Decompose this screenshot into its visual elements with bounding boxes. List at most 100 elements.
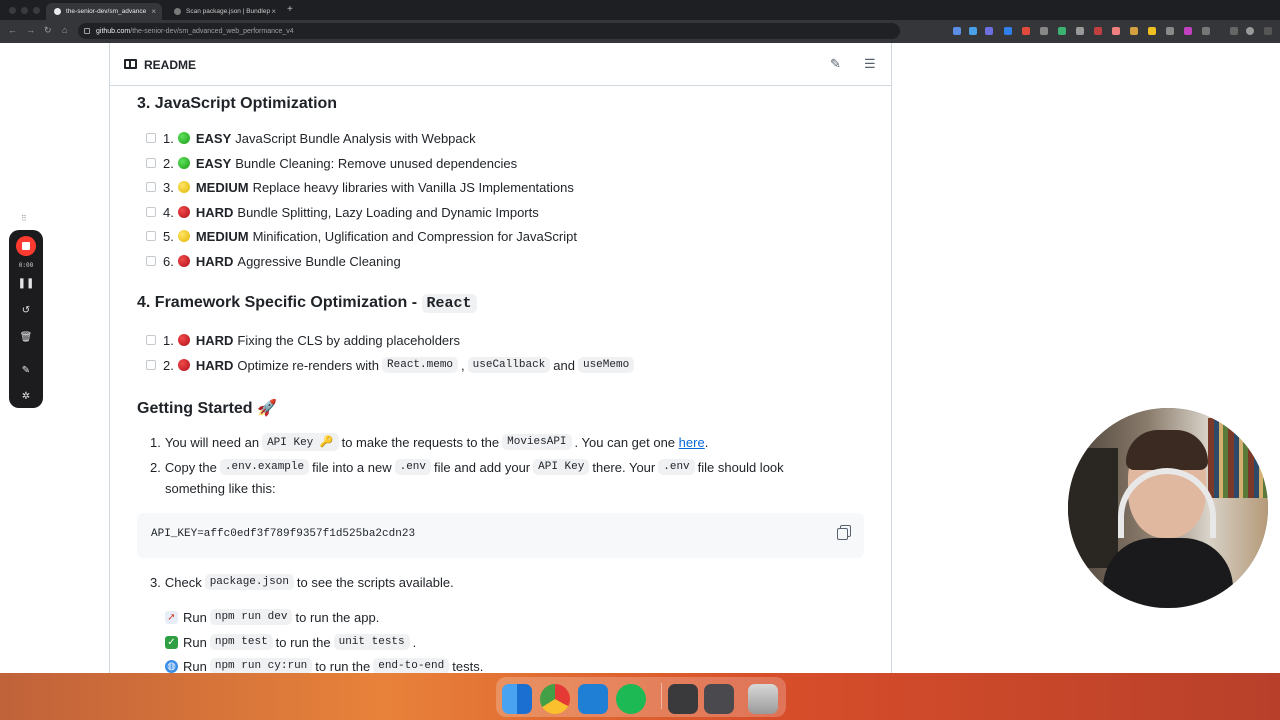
item-text: . <box>412 634 417 650</box>
here-link[interactable]: here <box>679 435 705 450</box>
separator-text: and <box>553 357 575 373</box>
item-text: Run <box>183 658 207 674</box>
copy-icon[interactable] <box>837 525 851 540</box>
window-minimize-button[interactable] <box>21 7 28 14</box>
back-icon[interactable]: ← <box>8 25 17 35</box>
vscode-icon[interactable] <box>578 684 608 714</box>
extension-icon[interactable] <box>1076 27 1084 35</box>
readme-title[interactable]: README <box>144 58 196 72</box>
extension-icon[interactable] <box>1004 27 1012 35</box>
extension-icon[interactable] <box>1130 27 1138 35</box>
green-circle-icon <box>177 157 190 169</box>
inline-code: npm run dev <box>209 609 293 625</box>
task-checkbox[interactable] <box>146 133 156 143</box>
extension-icon[interactable] <box>1022 27 1030 35</box>
task-checkbox[interactable] <box>146 256 156 266</box>
extension-icon[interactable] <box>969 27 977 35</box>
yellow-circle-icon <box>177 230 190 242</box>
extension-icon[interactable] <box>1166 27 1174 35</box>
url-field[interactable]: github.com/the-senior-dev/sm_advanced_we… <box>78 23 900 39</box>
difficulty-label: MEDIUM <box>195 228 249 244</box>
section-heading-js-optimization: 3. JavaScript Optimization <box>137 95 338 112</box>
red-circle-icon <box>177 359 190 371</box>
ordered-list-item: 3. Check package.json to see the scripts… <box>150 572 454 592</box>
extension-icon[interactable] <box>953 27 961 35</box>
forward-icon[interactable]: → <box>26 25 35 35</box>
webcam-poster <box>1068 448 1118 568</box>
item-number: 2. <box>163 155 174 171</box>
webcam-bookshelf <box>1208 418 1268 498</box>
webcam-person-hair <box>1126 430 1208 470</box>
item-number: 3. <box>163 179 174 195</box>
site-info-icon[interactable] <box>84 28 90 34</box>
restart-icon[interactable]: ↺ <box>9 305 43 316</box>
inline-code: useCallback <box>467 357 551 373</box>
stop-recording-button[interactable] <box>16 236 36 256</box>
close-tab-icon[interactable]: × <box>151 7 156 16</box>
item-text: to run the <box>315 658 371 674</box>
close-tab-icon[interactable]: × <box>271 7 276 16</box>
bullet-list-item: ✓ Run npm test to run the unit tests . <box>165 632 416 652</box>
window-close-button[interactable] <box>9 7 16 14</box>
finder-icon[interactable] <box>502 684 532 714</box>
task-checkbox[interactable] <box>146 158 156 168</box>
code-block: API_KEY=affc0edf3f789f9357f1d525ba2cdn23 <box>137 513 864 558</box>
item-number: 3. <box>150 574 161 590</box>
outline-list-icon[interactable]: ☰ <box>864 56 876 72</box>
pause-icon[interactable]: ❚❚ <box>9 278 43 289</box>
extension-icon[interactable] <box>1040 27 1048 35</box>
item-number: 5. <box>163 228 174 244</box>
extension-icon[interactable] <box>1184 27 1192 35</box>
extensions-menu-icon[interactable] <box>1202 27 1210 35</box>
sidebar-icon[interactable] <box>1230 27 1238 35</box>
trash-bin-icon[interactable] <box>748 684 778 714</box>
check-icon: ✓ <box>165 635 178 649</box>
reload-icon[interactable]: ↻ <box>44 25 52 36</box>
item-text: Aggressive Bundle Cleaning <box>237 253 401 269</box>
bundlephobia-favicon-icon <box>174 8 181 15</box>
bullet-list-item: ◍ Run npm run cy:run to run the end-to-e… <box>165 656 483 673</box>
code-block-text[interactable]: API_KEY=affc0edf3f789f9357f1d525ba2cdn23 <box>151 528 415 540</box>
profile-avatar-icon[interactable] <box>1246 27 1254 35</box>
trash-icon[interactable]: 🗑 <box>9 332 43 343</box>
browser-tab-bar: the-senior-dev/sm_advance × Scan package… <box>0 0 1280 20</box>
spotify-icon[interactable] <box>616 684 646 714</box>
extension-icon[interactable] <box>1058 27 1066 35</box>
minimized-window-icon[interactable] <box>668 684 698 714</box>
bullet-list-item: ➚ Run npm run dev to run the app. <box>165 607 379 627</box>
url-path: /the-senior-dev/sm_advanced_web_performa… <box>130 27 294 35</box>
tab-title: the-senior-dev/sm_advance <box>66 8 147 15</box>
task-checkbox[interactable] <box>146 360 156 370</box>
extension-icon[interactable] <box>985 27 993 35</box>
extension-icon[interactable] <box>1112 27 1120 35</box>
task-checkbox[interactable] <box>146 207 156 217</box>
extension-icon[interactable] <box>1148 27 1156 35</box>
screen-recorder-toolbar: 0:00 ❚❚ ↺ 🗑 ✎ ✲ <box>9 230 43 408</box>
new-tab-icon[interactable]: + <box>287 4 293 15</box>
readme-header: README ✎ ☰ <box>110 43 891 86</box>
home-icon[interactable]: ⌂ <box>62 25 67 35</box>
item-text: Minification, Uglification and Compressi… <box>252 228 577 244</box>
browser-menu-icon[interactable] <box>1264 27 1272 35</box>
webcam-person-body <box>1103 538 1233 608</box>
task-checkbox[interactable] <box>146 231 156 241</box>
separator-text: , <box>461 357 465 373</box>
window-zoom-button[interactable] <box>33 7 40 14</box>
task-list-item: 6. HARD Aggressive Bundle Cleaning <box>137 251 401 271</box>
browser-tab-bundlephobia[interactable]: Scan package.json | Bundlep × <box>166 3 282 20</box>
item-text: Copy the <box>164 459 217 475</box>
minimized-window-icon[interactable] <box>704 684 734 714</box>
inline-code: React.memo <box>382 357 459 373</box>
item-number: 6. <box>163 253 174 269</box>
draw-pencil-icon[interactable]: ✎ <box>9 365 43 376</box>
browser-tab-github[interactable]: the-senior-dev/sm_advance × <box>46 3 162 20</box>
effects-icon[interactable]: ✲ <box>9 391 43 402</box>
extension-icon[interactable] <box>1094 27 1102 35</box>
webcam-overlay <box>1068 408 1268 608</box>
drag-handle-icon[interactable]: ⠿ <box>21 214 27 223</box>
task-checkbox[interactable] <box>146 182 156 192</box>
difficulty-label: HARD <box>195 332 234 348</box>
chrome-icon[interactable] <box>540 684 570 714</box>
pencil-edit-icon[interactable]: ✎ <box>830 56 841 72</box>
task-checkbox[interactable] <box>146 335 156 345</box>
